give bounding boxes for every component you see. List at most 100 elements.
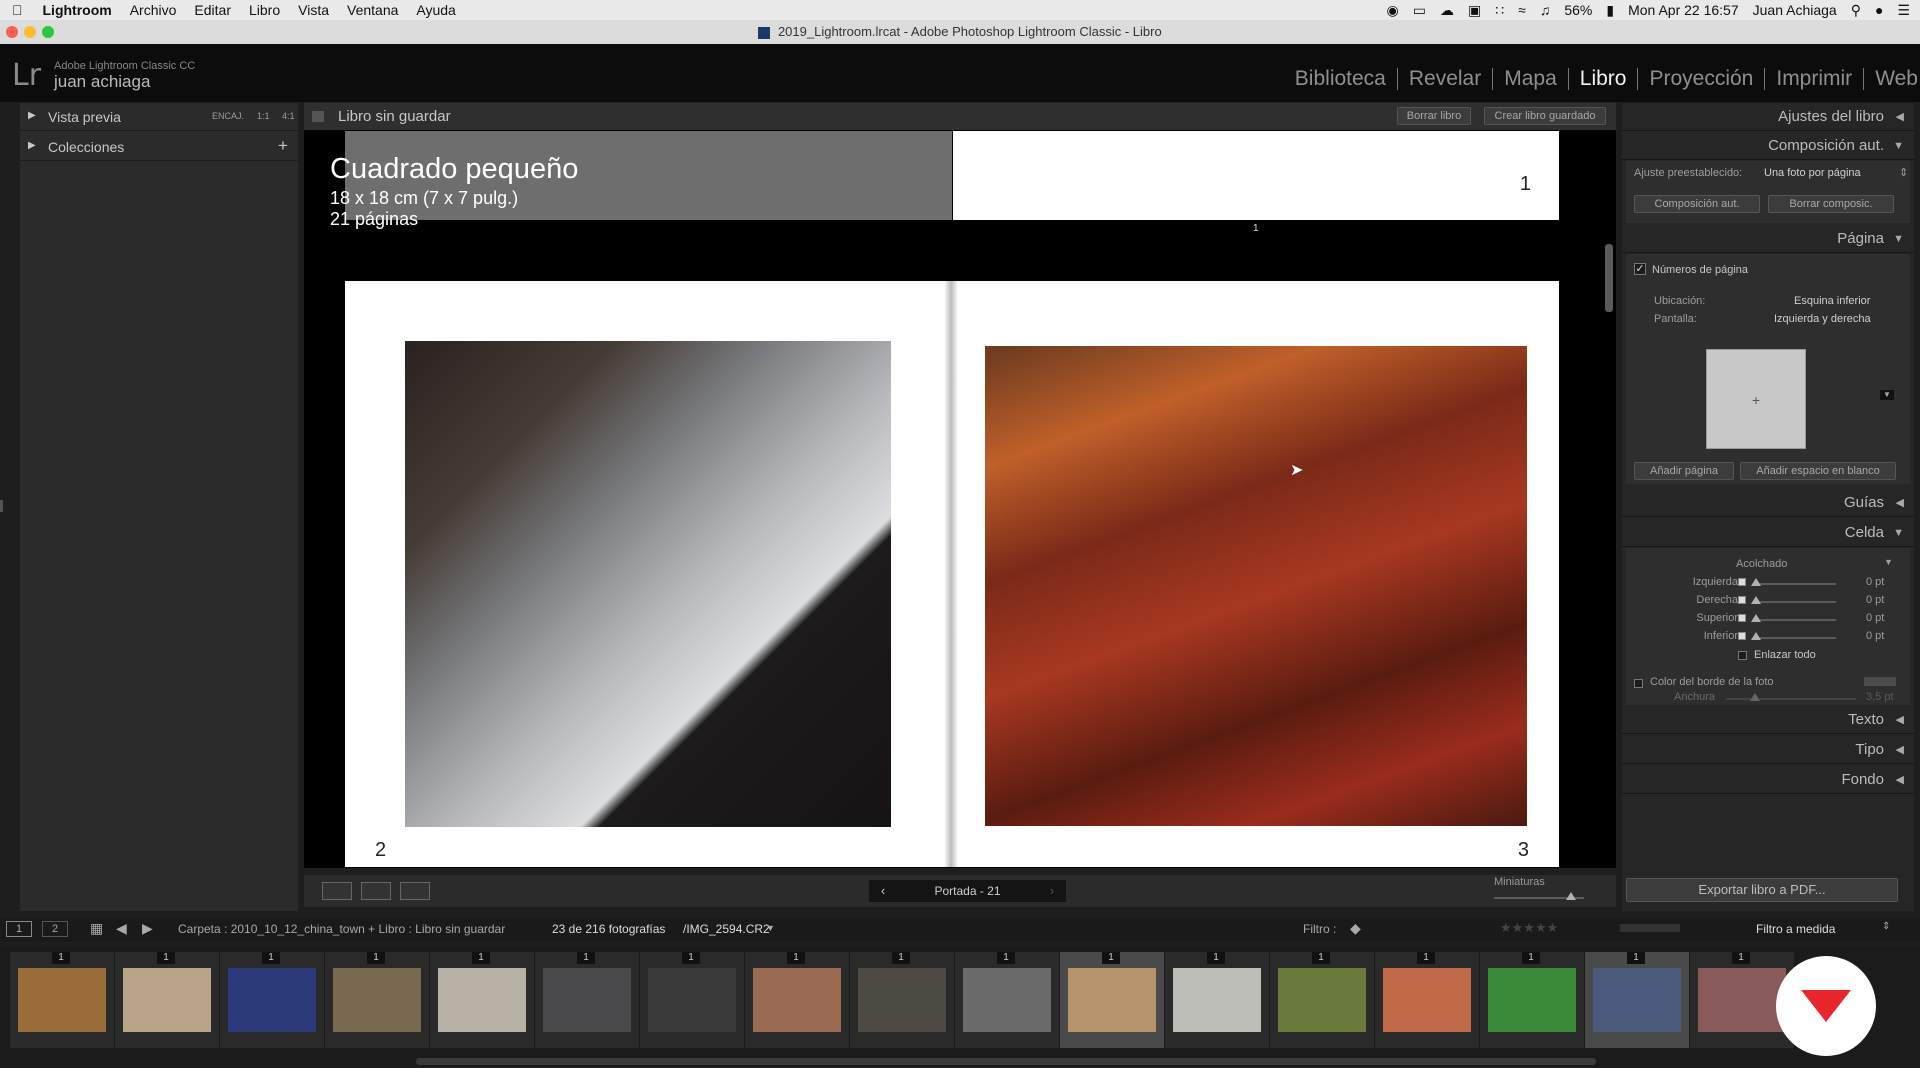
collapse-arrow-icon[interactable]: ◀ xyxy=(1896,489,1904,517)
filter-lock-icon[interactable]: ⇕ xyxy=(1882,921,1890,932)
filmstrip-thumbnail[interactable]: 1 xyxy=(1480,952,1584,1048)
width-slider-knob[interactable] xyxy=(1750,693,1760,701)
guides-header[interactable]: Guías ◀ xyxy=(1622,489,1914,517)
collapse-arrow-icon[interactable]: ◀ xyxy=(1896,736,1904,764)
text-header[interactable]: Texto ◀ xyxy=(1622,706,1914,734)
thumbnail-image[interactable] xyxy=(1278,968,1366,1032)
expand-arrow-icon[interactable]: ▼ xyxy=(1893,519,1904,547)
module-proyeccion[interactable]: Proyección xyxy=(1638,68,1766,90)
module-mapa[interactable]: Mapa xyxy=(1493,68,1569,90)
cover-front[interactable]: 1 xyxy=(953,131,1559,220)
clear-book-button[interactable]: Borrar libro xyxy=(1397,107,1471,125)
thumbnail-size-knob[interactable] xyxy=(1565,892,1576,900)
zoom-4-1-option[interactable]: 4:1 xyxy=(282,111,295,121)
menu-libro[interactable]: Libro xyxy=(249,2,280,18)
border-color-checkbox[interactable] xyxy=(1634,679,1643,688)
menu-ventana[interactable]: Ventana xyxy=(347,2,398,18)
add-collection-icon[interactable]: + xyxy=(278,136,288,156)
padding-row-knob[interactable] xyxy=(1751,614,1761,622)
filmstrip-thumbnail[interactable]: 1 xyxy=(1270,952,1374,1048)
thumbnail-image[interactable] xyxy=(543,968,631,1032)
module-biblioteca[interactable]: Biblioteca xyxy=(1284,68,1398,90)
minimize-window-button[interactable] xyxy=(24,26,36,38)
thumbnail-image[interactable] xyxy=(1593,968,1681,1032)
module-web[interactable]: Web xyxy=(1864,68,1920,90)
thumbnail-image[interactable] xyxy=(228,968,316,1032)
padding-row-slider[interactable] xyxy=(1754,619,1836,621)
preset-select[interactable]: Una foto por página xyxy=(1764,167,1861,179)
padding-row-slider[interactable] xyxy=(1754,583,1836,585)
close-window-button[interactable] xyxy=(6,26,18,38)
thumbnail-image[interactable] xyxy=(18,968,106,1032)
source-path[interactable]: Carpeta : 2010_10_12_china_town + Libro … xyxy=(178,922,505,936)
preset-select-chevron-icon[interactable]: ⇕ xyxy=(1899,166,1908,179)
padding-row-knob[interactable] xyxy=(1751,632,1761,640)
padding-row-slider[interactable] xyxy=(1754,637,1836,639)
multi-page-view-button[interactable] xyxy=(322,882,352,900)
bluetooth-icon[interactable]: ∷ xyxy=(1495,2,1504,19)
page-header[interactable]: Página ▼ xyxy=(1622,225,1914,253)
expand-arrow-icon[interactable]: ▶ xyxy=(28,110,36,121)
siri-icon[interactable]: ● xyxy=(1875,2,1883,18)
collections-panel-header[interactable]: ▶ Colecciones + xyxy=(20,133,298,161)
display-icon[interactable]: ▭ xyxy=(1413,2,1426,19)
background-header[interactable]: Fondo ◀ xyxy=(1622,766,1914,794)
filmstrip-thumbnail[interactable]: 1 xyxy=(640,952,744,1048)
filmstrip-thumbnail[interactable]: 1 xyxy=(1375,952,1479,1048)
filmstrip-thumbnail[interactable]: 1 xyxy=(535,952,639,1048)
previous-page-icon[interactable]: ‹ xyxy=(869,880,897,902)
add-blank-button[interactable]: Añadir espacio en blanco xyxy=(1740,462,1896,480)
border-color-swatch[interactable] xyxy=(1864,677,1896,686)
expand-arrow-icon[interactable]: ▼ xyxy=(1893,225,1904,253)
right-page[interactable]: 3 xyxy=(958,281,1559,867)
thumbnail-image[interactable] xyxy=(123,968,211,1032)
menu-ayuda[interactable]: Ayuda xyxy=(416,2,455,18)
screen-2-button[interactable]: 2 xyxy=(42,921,68,937)
padding-row-slider[interactable] xyxy=(1754,601,1836,603)
next-page-icon[interactable]: › xyxy=(1038,880,1066,902)
zoom-window-button[interactable] xyxy=(42,26,54,38)
clock[interactable]: Mon Apr 22 16:57 xyxy=(1628,2,1739,18)
padding-row-checkbox[interactable] xyxy=(1738,632,1746,640)
filmstrip-thumbnail[interactable]: 1 xyxy=(1165,952,1269,1048)
filmstrip-thumbnail[interactable]: 1 xyxy=(1060,952,1164,1048)
spread-view-button[interactable] xyxy=(361,882,391,900)
thumbnail-image[interactable] xyxy=(438,968,526,1032)
back-arrow-icon[interactable]: ◀ xyxy=(116,920,127,937)
location-select[interactable]: Esquina inferior xyxy=(1794,295,1870,307)
center-scrollbar[interactable] xyxy=(1605,244,1613,312)
auto-layout-button[interactable]: Composición aut. xyxy=(1634,195,1760,213)
template-dropdown-icon[interactable]: ▼ xyxy=(1880,390,1894,400)
screen-1-button[interactable]: 1 xyxy=(6,921,32,937)
collapse-arrow-icon[interactable]: ◀ xyxy=(1896,706,1904,734)
left-page-photo[interactable] xyxy=(405,341,891,827)
filmstrip-thumbnail[interactable]: 1 xyxy=(220,952,324,1048)
filmstrip-thumbnail[interactable]: 1 xyxy=(430,952,534,1048)
thumbnail-image[interactable] xyxy=(1698,968,1786,1032)
thumbnail-image[interactable] xyxy=(1383,968,1471,1032)
filmstrip-thumbnail[interactable]: 1 xyxy=(745,952,849,1048)
padding-row-checkbox[interactable] xyxy=(1738,578,1746,586)
create-saved-book-button[interactable]: Crear libro guardado xyxy=(1484,107,1606,125)
thumbnail-image[interactable] xyxy=(963,968,1051,1032)
user-menu[interactable]: Juan Achiaga xyxy=(1753,2,1837,18)
filmstrip-thumbnail[interactable]: 1 xyxy=(10,952,114,1048)
menu-vista[interactable]: Vista xyxy=(298,2,329,18)
module-revelar[interactable]: Revelar xyxy=(1398,68,1494,90)
battery-percent[interactable]: 56% xyxy=(1564,2,1592,18)
filmstrip-thumbnail[interactable]: 1 xyxy=(325,952,429,1048)
padding-row-knob[interactable] xyxy=(1751,578,1761,586)
book-settings-header[interactable]: Ajustes del libro ◀ xyxy=(1622,103,1914,131)
width-slider[interactable] xyxy=(1726,698,1856,700)
collapse-arrow-icon[interactable]: ◀ xyxy=(1896,103,1904,131)
zoom-1-1-option[interactable]: 1:1 xyxy=(257,111,270,121)
link-all-checkbox[interactable] xyxy=(1738,651,1747,660)
module-imprimir[interactable]: Imprimir xyxy=(1765,68,1865,90)
type-header[interactable]: Tipo ◀ xyxy=(1622,736,1914,764)
module-libro[interactable]: Libro xyxy=(1569,68,1639,90)
volume-icon[interactable]: ♫ xyxy=(1540,2,1551,18)
creative-cloud-icon[interactable]: ☁ xyxy=(1440,2,1454,19)
clear-layout-button[interactable]: Borrar composic. xyxy=(1768,195,1894,213)
add-page-button[interactable]: Añadir página xyxy=(1634,462,1734,480)
filmstrip-thumbnail[interactable]: 1 xyxy=(955,952,1059,1048)
